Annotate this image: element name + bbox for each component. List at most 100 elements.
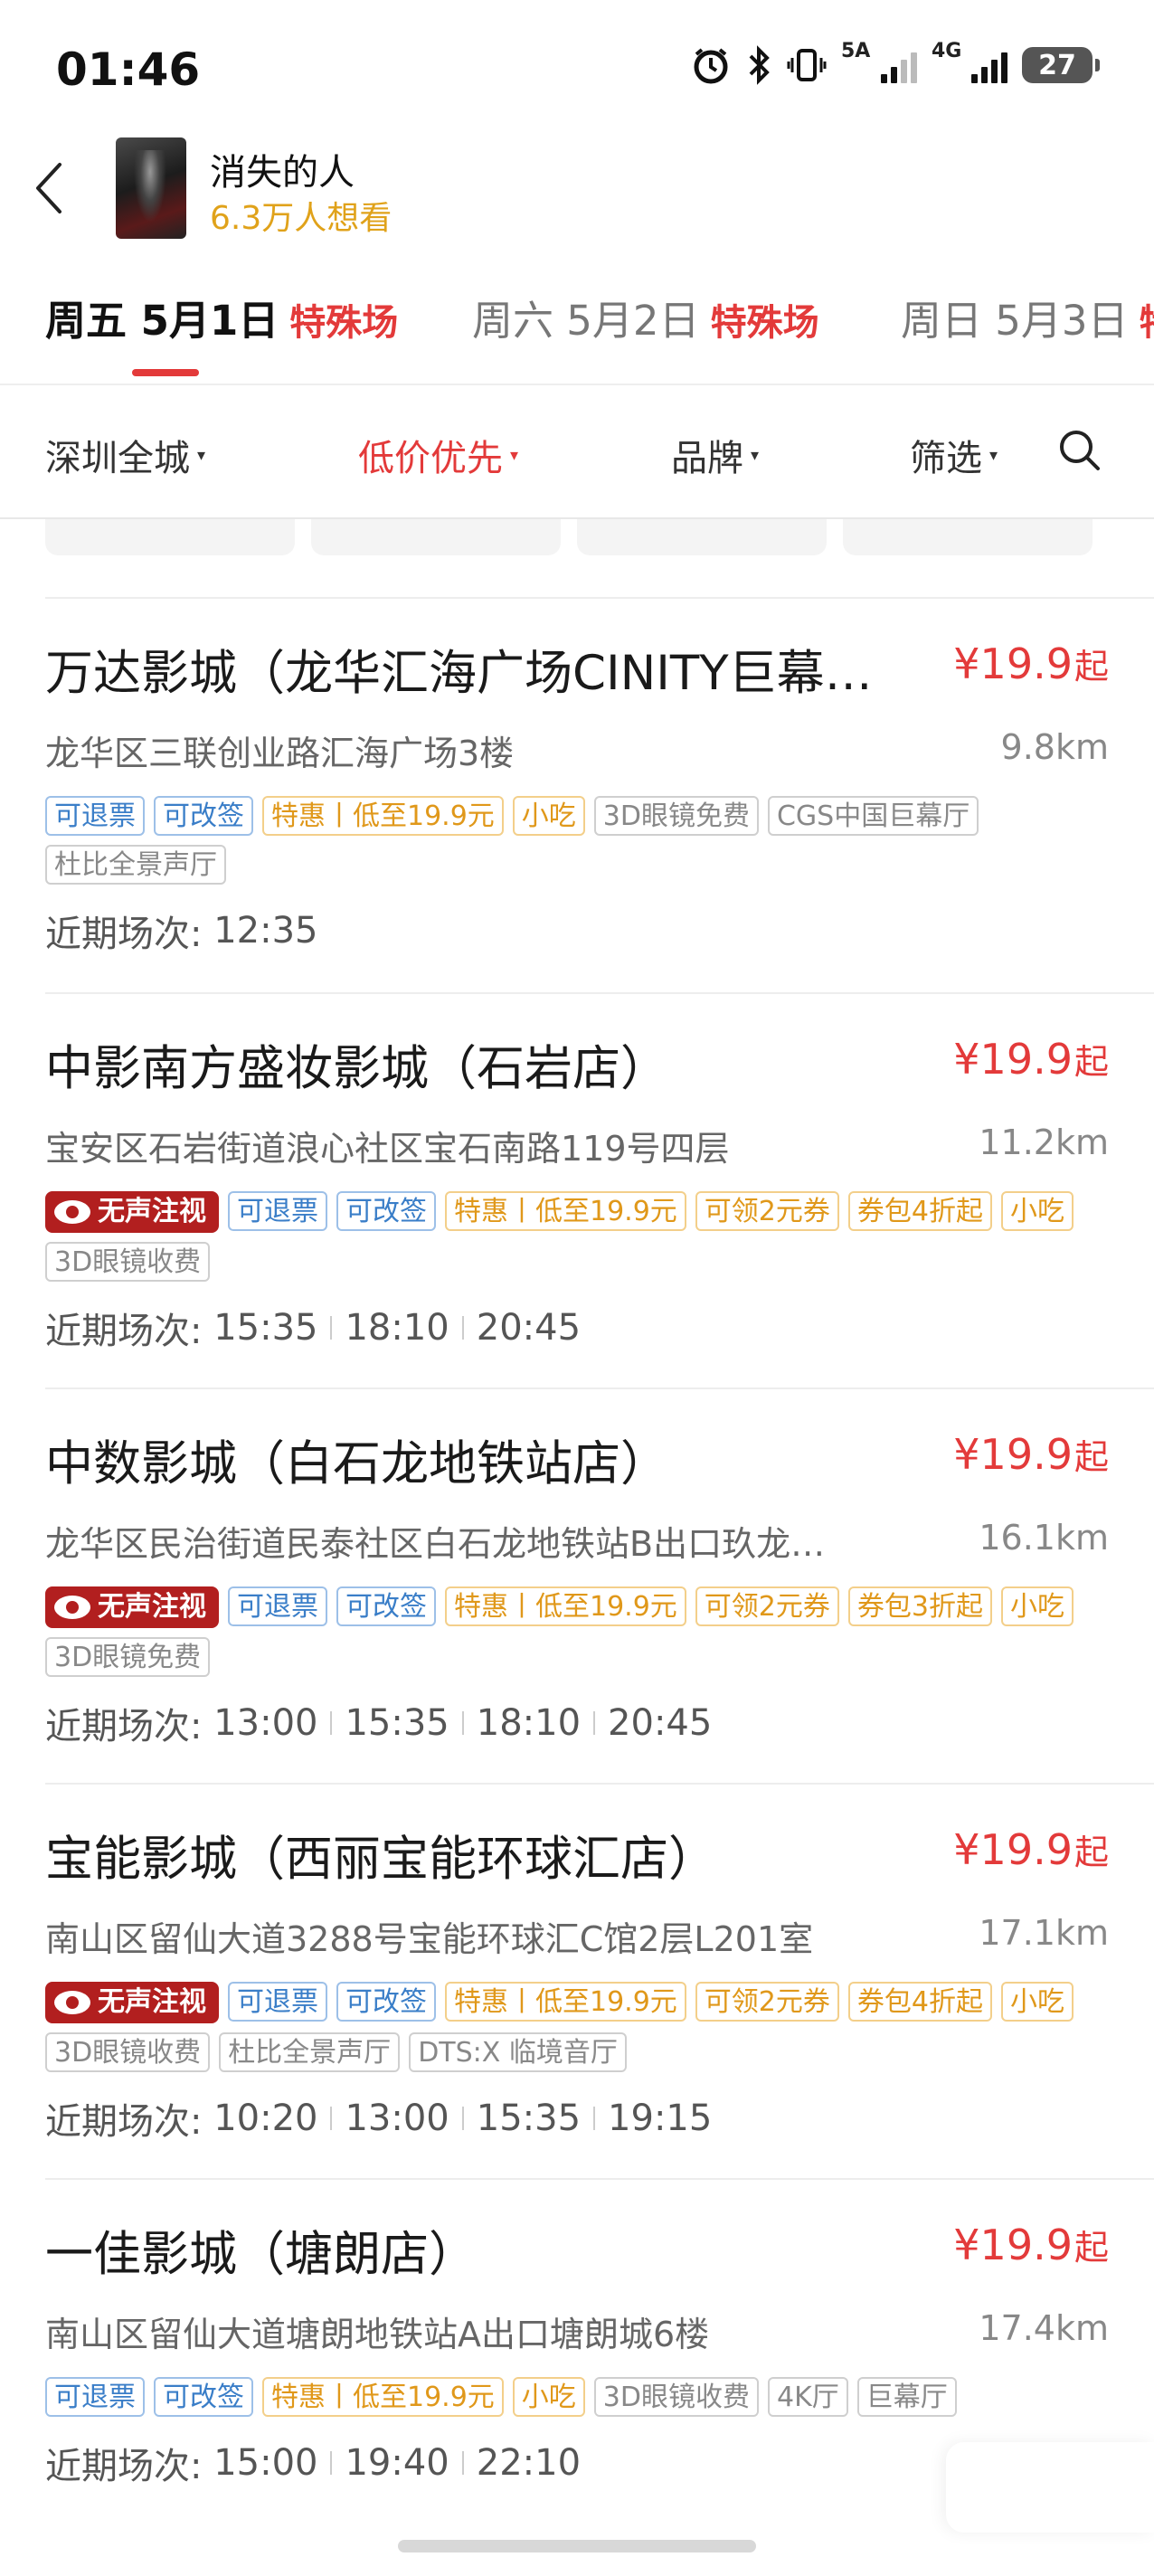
price-suffix: 起 xyxy=(1074,647,1109,687)
cinema-card[interactable]: 万达影城（龙华汇海广场CINITY巨幕… ¥19.9起 龙华区三联创业路汇海广场3楼… xyxy=(0,597,1154,994)
date-tab-special: 特 xyxy=(1140,302,1154,344)
date-tab-date: 周六 5月2日 xyxy=(472,297,700,345)
showtime: 22:10 xyxy=(476,2442,582,2484)
cinema-tag: 特惠丨低至19.9元 xyxy=(445,1982,686,2022)
cinema-tag: 券包4折起 xyxy=(847,1191,992,1231)
status-icons: 5A 4G 27 xyxy=(691,40,1100,85)
status-time: 01:46 xyxy=(56,43,201,96)
showtimes-label: 近期场次: xyxy=(45,2446,214,2487)
cinema-tag: 小吃 xyxy=(512,796,585,836)
cinema-name: 宝能影城（西丽宝能环球汇店） xyxy=(45,1832,716,1887)
showtime-separator xyxy=(330,1711,333,1735)
showtime: 15:00 xyxy=(213,2442,318,2484)
filter-brand-label: 品牌 xyxy=(671,438,743,479)
price-suffix: 起 xyxy=(1074,2228,1109,2268)
quick-filter-chip[interactable] xyxy=(843,519,1093,555)
movie-title: 消失的人 xyxy=(210,152,355,194)
cinema-price: ¥19.9起 xyxy=(953,639,1109,688)
cinema-tags: 可退票 可改签 特惠丨低至19.9元 小吃 3D眼镜收费 4K厅 巨幕厅 xyxy=(45,2377,1076,2417)
caret-down-icon: ▾ xyxy=(510,445,519,465)
price-value: ¥19.9 xyxy=(953,2221,1073,2269)
date-tab-special: 特殊场 xyxy=(289,302,399,344)
cinema-tag: 3D眼镜收费 xyxy=(45,2032,211,2072)
cinema-distance: 11.2km xyxy=(979,1122,1109,1162)
cinema-distance: 17.4km xyxy=(979,2308,1109,2348)
date-tab-date: 周五 5月1日 xyxy=(45,297,279,345)
cinema-price: ¥19.9起 xyxy=(953,1429,1109,1479)
cinema-tag: 3D眼镜免费 xyxy=(593,796,759,836)
search-icon xyxy=(1060,431,1100,470)
search-button[interactable] xyxy=(1056,427,1103,474)
showtime-separator xyxy=(330,2107,333,2130)
filter-city[interactable]: 深圳全城 ▾ xyxy=(45,429,205,481)
quick-filter-chip[interactable] xyxy=(45,519,295,555)
cinema-name: 中数影城（白石龙地铁站店） xyxy=(45,1436,668,1492)
vibrate-icon xyxy=(787,45,827,85)
cinema-list: 万达影城（龙华汇海广场CINITY巨幕… ¥19.9起 龙华区三联创业路汇海广场3楼… xyxy=(0,597,1154,2575)
cinema-address: 宝安区石岩街道浪心社区宝石南路119号四层 xyxy=(45,1129,730,1169)
showtime: 10:20 xyxy=(213,2098,318,2139)
showtime-separator xyxy=(461,2451,464,2475)
filter-sort[interactable]: 低价优先 ▾ xyxy=(358,429,518,481)
cinema-card[interactable]: 中数影城（白石龙地铁站店） ¥19.9起龙华区民治街道民泰社区白石龙地铁站B出口玖… xyxy=(0,1387,1154,1785)
chevron-left-icon xyxy=(36,163,61,213)
back-button[interactable] xyxy=(25,156,72,221)
cinema-address: 龙华区民治街道民泰社区白石龙地铁站B出口玖龙… xyxy=(45,1524,826,1564)
cinema-tag: 可退票 xyxy=(228,1586,327,1626)
cinema-distance: 16.1km xyxy=(979,1518,1109,1558)
filter-sort-label: 低价优先 xyxy=(358,438,503,479)
showtime: 15:35 xyxy=(476,2098,582,2139)
cinema-tag: 杜比全景声厅 xyxy=(219,2032,401,2072)
bluetooth-icon xyxy=(745,45,772,85)
cinema-address: 南山区留仙大道3288号宝能环球汇C馆2层L201室 xyxy=(45,1919,814,1959)
cinema-tag: 3D眼镜免费 xyxy=(45,1637,211,1677)
movie-poster[interactable] xyxy=(116,137,186,239)
cinema-tags: 无声注视 可退票 可改签 特惠丨低至19.9元 可领2元券 券包4折起 小吃 3D眼镜收费 xyxy=(45,1191,1076,1282)
cinema-tag: 3D眼镜收费 xyxy=(45,1242,211,1282)
cinema-tag: 可改签 xyxy=(154,2377,253,2417)
cinema-price: ¥19.9起 xyxy=(953,1824,1109,1874)
price-value: ¥19.9 xyxy=(953,1430,1073,1479)
filter-city-label: 深圳全城 xyxy=(45,438,190,479)
cinema-tag: 可改签 xyxy=(336,1586,436,1626)
cinema-card[interactable]: 宝能影城（西丽宝能环球汇店） ¥19.9起南山区留仙大道3288号宝能环球汇C馆2… xyxy=(0,1783,1154,2180)
quick-filter-row xyxy=(0,519,1154,555)
showtime: 18:10 xyxy=(345,1307,449,1349)
cinema-tag: 杜比全景声厅 xyxy=(45,845,226,885)
showtime: 18:10 xyxy=(476,1702,582,1744)
date-tab-2[interactable]: 周日 5月3日特 xyxy=(901,288,1154,346)
cinema-tag: CGS中国巨幕厅 xyxy=(767,796,979,836)
cinema-tag: 3D眼镜收费 xyxy=(593,2377,759,2417)
cinema-address: 龙华区三联创业路汇海广场3楼 xyxy=(45,734,515,773)
eye-icon xyxy=(54,1596,90,1619)
battery-icon: 27 xyxy=(1022,47,1100,83)
filter-more[interactable]: 筛选 ▾ xyxy=(910,429,998,481)
quick-filter-chip[interactable] xyxy=(577,519,827,555)
cinema-tag: 小吃 xyxy=(1000,1586,1074,1626)
showtime: 12:35 xyxy=(213,910,318,952)
cinema-card[interactable]: 中影南方盛妆影城（石岩店） ¥19.9起 宝安区石岩街道浪心社区宝石南路119号四层… xyxy=(0,992,1154,1389)
showtime: 19:15 xyxy=(608,2098,713,2139)
cinema-tag: 小吃 xyxy=(512,2377,585,2417)
floating-card xyxy=(946,2442,1154,2533)
silent-watch-label: 无声注视 xyxy=(98,1591,206,1623)
silent-watch-badge: 无声注视 xyxy=(45,1191,219,1233)
cinema-tag: 可改签 xyxy=(154,796,253,836)
cinema-tag: 可退票 xyxy=(45,2377,145,2417)
cinema-tag: 可改签 xyxy=(336,1191,436,1231)
cinema-tag: 可领2元券 xyxy=(695,1191,839,1231)
filter-brand[interactable]: 品牌 ▾ xyxy=(671,429,759,481)
cinema-tag: 可领2元券 xyxy=(695,1982,839,2022)
showtime: 15:35 xyxy=(345,1702,449,1744)
home-indicator xyxy=(398,2540,756,2552)
quick-filter-chip[interactable] xyxy=(311,519,561,555)
cinema-tag: 巨幕厅 xyxy=(856,2377,957,2417)
date-tab-0[interactable]: 周五 5月1日 特殊场 xyxy=(45,288,398,346)
showtime: 13:00 xyxy=(213,1702,318,1744)
silent-watch-label: 无声注视 xyxy=(98,1986,206,2018)
date-tab-1[interactable]: 周六 5月2日 特殊场 xyxy=(472,288,819,346)
cinema-tags: 无声注视 可退票 可改签 特惠丨低至19.9元 可领2元券 券包3折起 小吃 3D眼镜免费 xyxy=(45,1586,1076,1677)
date-tabs: 周五 5月1日特殊场 周六 5月2日特殊场 周日 5月3日特 xyxy=(0,271,1154,380)
signal-5a-icon: 5A xyxy=(841,40,917,83)
cinema-name: 一佳影城（塘朗店） xyxy=(45,2227,477,2282)
